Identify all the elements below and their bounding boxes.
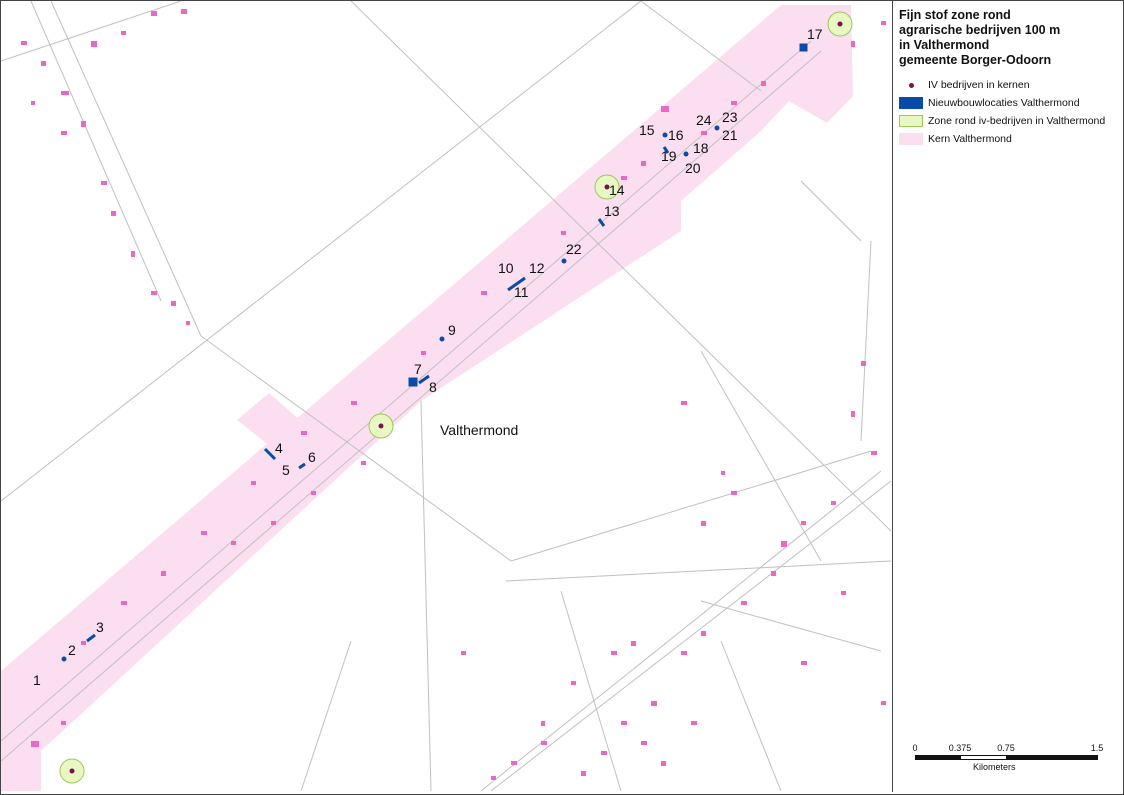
legend-title-line: in Valthermond — [899, 38, 990, 52]
scale-segment — [960, 755, 1007, 760]
fill-symbol-icon — [899, 133, 923, 145]
scale-segment — [915, 755, 961, 760]
location-number: 20 — [685, 160, 701, 176]
location-number: 11 — [514, 284, 529, 300]
legend-item-nieuwbouwlocaties: Nieuwbouwlocaties Valthermond — [899, 96, 1080, 110]
iv-bedrijf-point — [69, 768, 75, 774]
map-canvas: 1 2 3 4 5 6 7 8 9 10 11 12 13 14 15 16 1… — [1, 1, 892, 792]
location-number: 19 — [661, 148, 677, 164]
location-number: 15 — [639, 122, 655, 138]
location-number: 10 — [498, 260, 514, 276]
location-number: 3 — [96, 619, 104, 635]
legend-title-line: gemeente Borger-Odoorn — [899, 53, 1052, 67]
location-number: 22 — [566, 241, 582, 257]
location-number: 4 — [275, 440, 283, 456]
legend-panel: Fijn stof zone rond agrarische bedrijven… — [892, 1, 1123, 792]
legend-item-label: IV bedrijven in kernen — [928, 79, 1030, 91]
location-number: 7 — [414, 361, 422, 377]
location-number: 8 — [429, 379, 437, 395]
location-number: 16 — [668, 127, 684, 143]
location-number: 23 — [722, 109, 738, 125]
fill-symbol-icon — [899, 115, 923, 127]
legend-item-kern: Kern Valthermond — [899, 132, 1012, 146]
legend-item-zone: Zone rond iv-bedrijven in Valthermond — [899, 114, 1105, 128]
location-number: 6 — [308, 449, 316, 465]
place-label: Valthermond — [440, 422, 518, 438]
legend-title-line: agrarische bedrijven 100 m — [899, 23, 1061, 37]
scale-segment — [1006, 755, 1098, 760]
legend-title-line: Fijn stof zone rond — [899, 8, 1011, 22]
scale-tick-label: 0.375 — [948, 743, 972, 753]
location-number: 14 — [609, 182, 625, 198]
legend-item-label: Kern Valthermond — [928, 133, 1012, 145]
location-number: 24 — [696, 112, 712, 128]
location-number: 9 — [448, 322, 456, 338]
scale-bar: 0 0.375 0.75 1.5 Kilometers — [912, 743, 1104, 783]
iv-bedrijf-point — [378, 423, 384, 429]
location-number: 2 — [68, 642, 76, 658]
legend-item-label: Zone rond iv-bedrijven in Valthermond — [928, 115, 1106, 127]
point-symbol-icon — [899, 79, 923, 91]
location-number: 17 — [807, 26, 823, 42]
legend-item-iv-bedrijven: IV bedrijven in kernen — [899, 78, 1030, 92]
scale-unit-label: Kilometers — [973, 762, 1016, 772]
location-number: 13 — [604, 203, 620, 219]
fill-symbol-icon — [899, 97, 923, 109]
legend-item-label: Nieuwbouwlocaties Valthermond — [928, 97, 1080, 109]
location-number: 18 — [693, 140, 709, 156]
location-number: 1 — [33, 672, 41, 688]
scale-tick-label: 1.5 — [1090, 743, 1104, 753]
iv-bedrijf-point — [837, 21, 843, 27]
scale-tick-label: 0.75 — [997, 743, 1015, 753]
location-number: 12 — [529, 260, 545, 276]
location-number: 5 — [282, 462, 290, 478]
legend-title: Fijn stof zone rond agrarische bedrijven… — [899, 8, 1121, 68]
location-number: 21 — [722, 127, 738, 143]
scale-tick-label: 0 — [912, 743, 918, 753]
